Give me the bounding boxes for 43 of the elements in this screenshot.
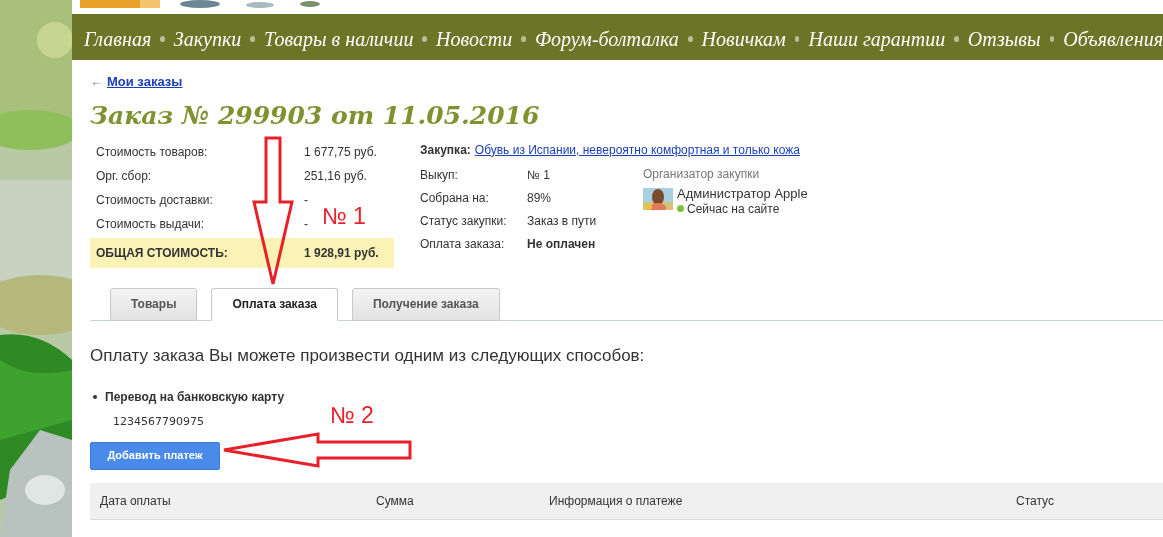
column-header: Сумма bbox=[376, 492, 415, 510]
detail-label: Выкуп: bbox=[420, 167, 459, 184]
purchase-link[interactable]: Обувь из Испании, невероятно комфортная и только кожа bbox=[474, 140, 800, 159]
tab[interactable]: Оплата заказа bbox=[211, 287, 338, 321]
method-title: Перевод на банковскую карту bbox=[105, 389, 285, 406]
nav-link[interactable]: Форум-болталка bbox=[534, 24, 679, 54]
nav-link[interactable]: Объявления bbox=[1063, 24, 1163, 54]
add-payment-button[interactable]: Добавить платеж bbox=[90, 441, 220, 470]
detail-value: Заказ в пути bbox=[527, 213, 597, 230]
detail-label: Оплата заказа: bbox=[420, 236, 506, 253]
back-arrow: ← bbox=[90, 73, 103, 91]
organizer-heading: Организатор закупки bbox=[643, 165, 761, 183]
organizer-name: Администратор Apple bbox=[677, 185, 808, 202]
nav-link[interactable]: Товары в наличии bbox=[264, 24, 414, 54]
column-header: Дата оплаты bbox=[99, 492, 172, 510]
detail-value: № 1 bbox=[527, 167, 550, 184]
detail-value: 89% bbox=[527, 190, 552, 207]
nav-link[interactable]: Новости bbox=[436, 24, 513, 54]
payment-intro: Оплату заказа Вы можете произвести одним из следующих способов: bbox=[90, 344, 646, 367]
card-number: 1234567790975 bbox=[113, 414, 204, 430]
annotation-label: № 1 bbox=[322, 203, 366, 229]
cost-label: Стоимость доставки: bbox=[96, 191, 214, 209]
column-header: Информация о платеже bbox=[549, 492, 684, 510]
cost-label: Стоимость товаров: bbox=[96, 143, 209, 161]
online-status: Сейчас на сайте bbox=[687, 201, 780, 216]
purchase-label: Закупка: bbox=[420, 141, 471, 159]
tab[interactable]: Товары bbox=[110, 287, 198, 321]
order-title: Заказ № 299903 от 11.05.2016 bbox=[90, 99, 541, 132]
annotation-label: № 2 bbox=[330, 402, 374, 428]
detail-label: Собрана на: bbox=[420, 190, 490, 207]
total-label: ОБЩАЯ СТОИМОСТЬ: bbox=[96, 244, 229, 262]
cost-label: Стоимость выдачи: bbox=[96, 215, 206, 233]
nav-link[interactable]: Отзывы bbox=[967, 24, 1041, 54]
nav-link[interactable]: Закупки bbox=[173, 24, 242, 54]
column-header: Статус bbox=[1016, 492, 1054, 510]
cost-label: Орг. сбор: bbox=[96, 167, 153, 185]
detail-value: Не оплачен bbox=[527, 236, 596, 253]
nav-link[interactable]: Главная bbox=[84, 24, 152, 54]
detail-label: Статус закупки: bbox=[420, 213, 508, 230]
nav-link[interactable]: Новичкам bbox=[701, 24, 786, 54]
tab[interactable]: Получение заказа bbox=[351, 287, 500, 321]
back-link[interactable]: Мои заказы bbox=[107, 72, 183, 92]
nav-link[interactable]: Наши гарантии bbox=[808, 24, 946, 54]
